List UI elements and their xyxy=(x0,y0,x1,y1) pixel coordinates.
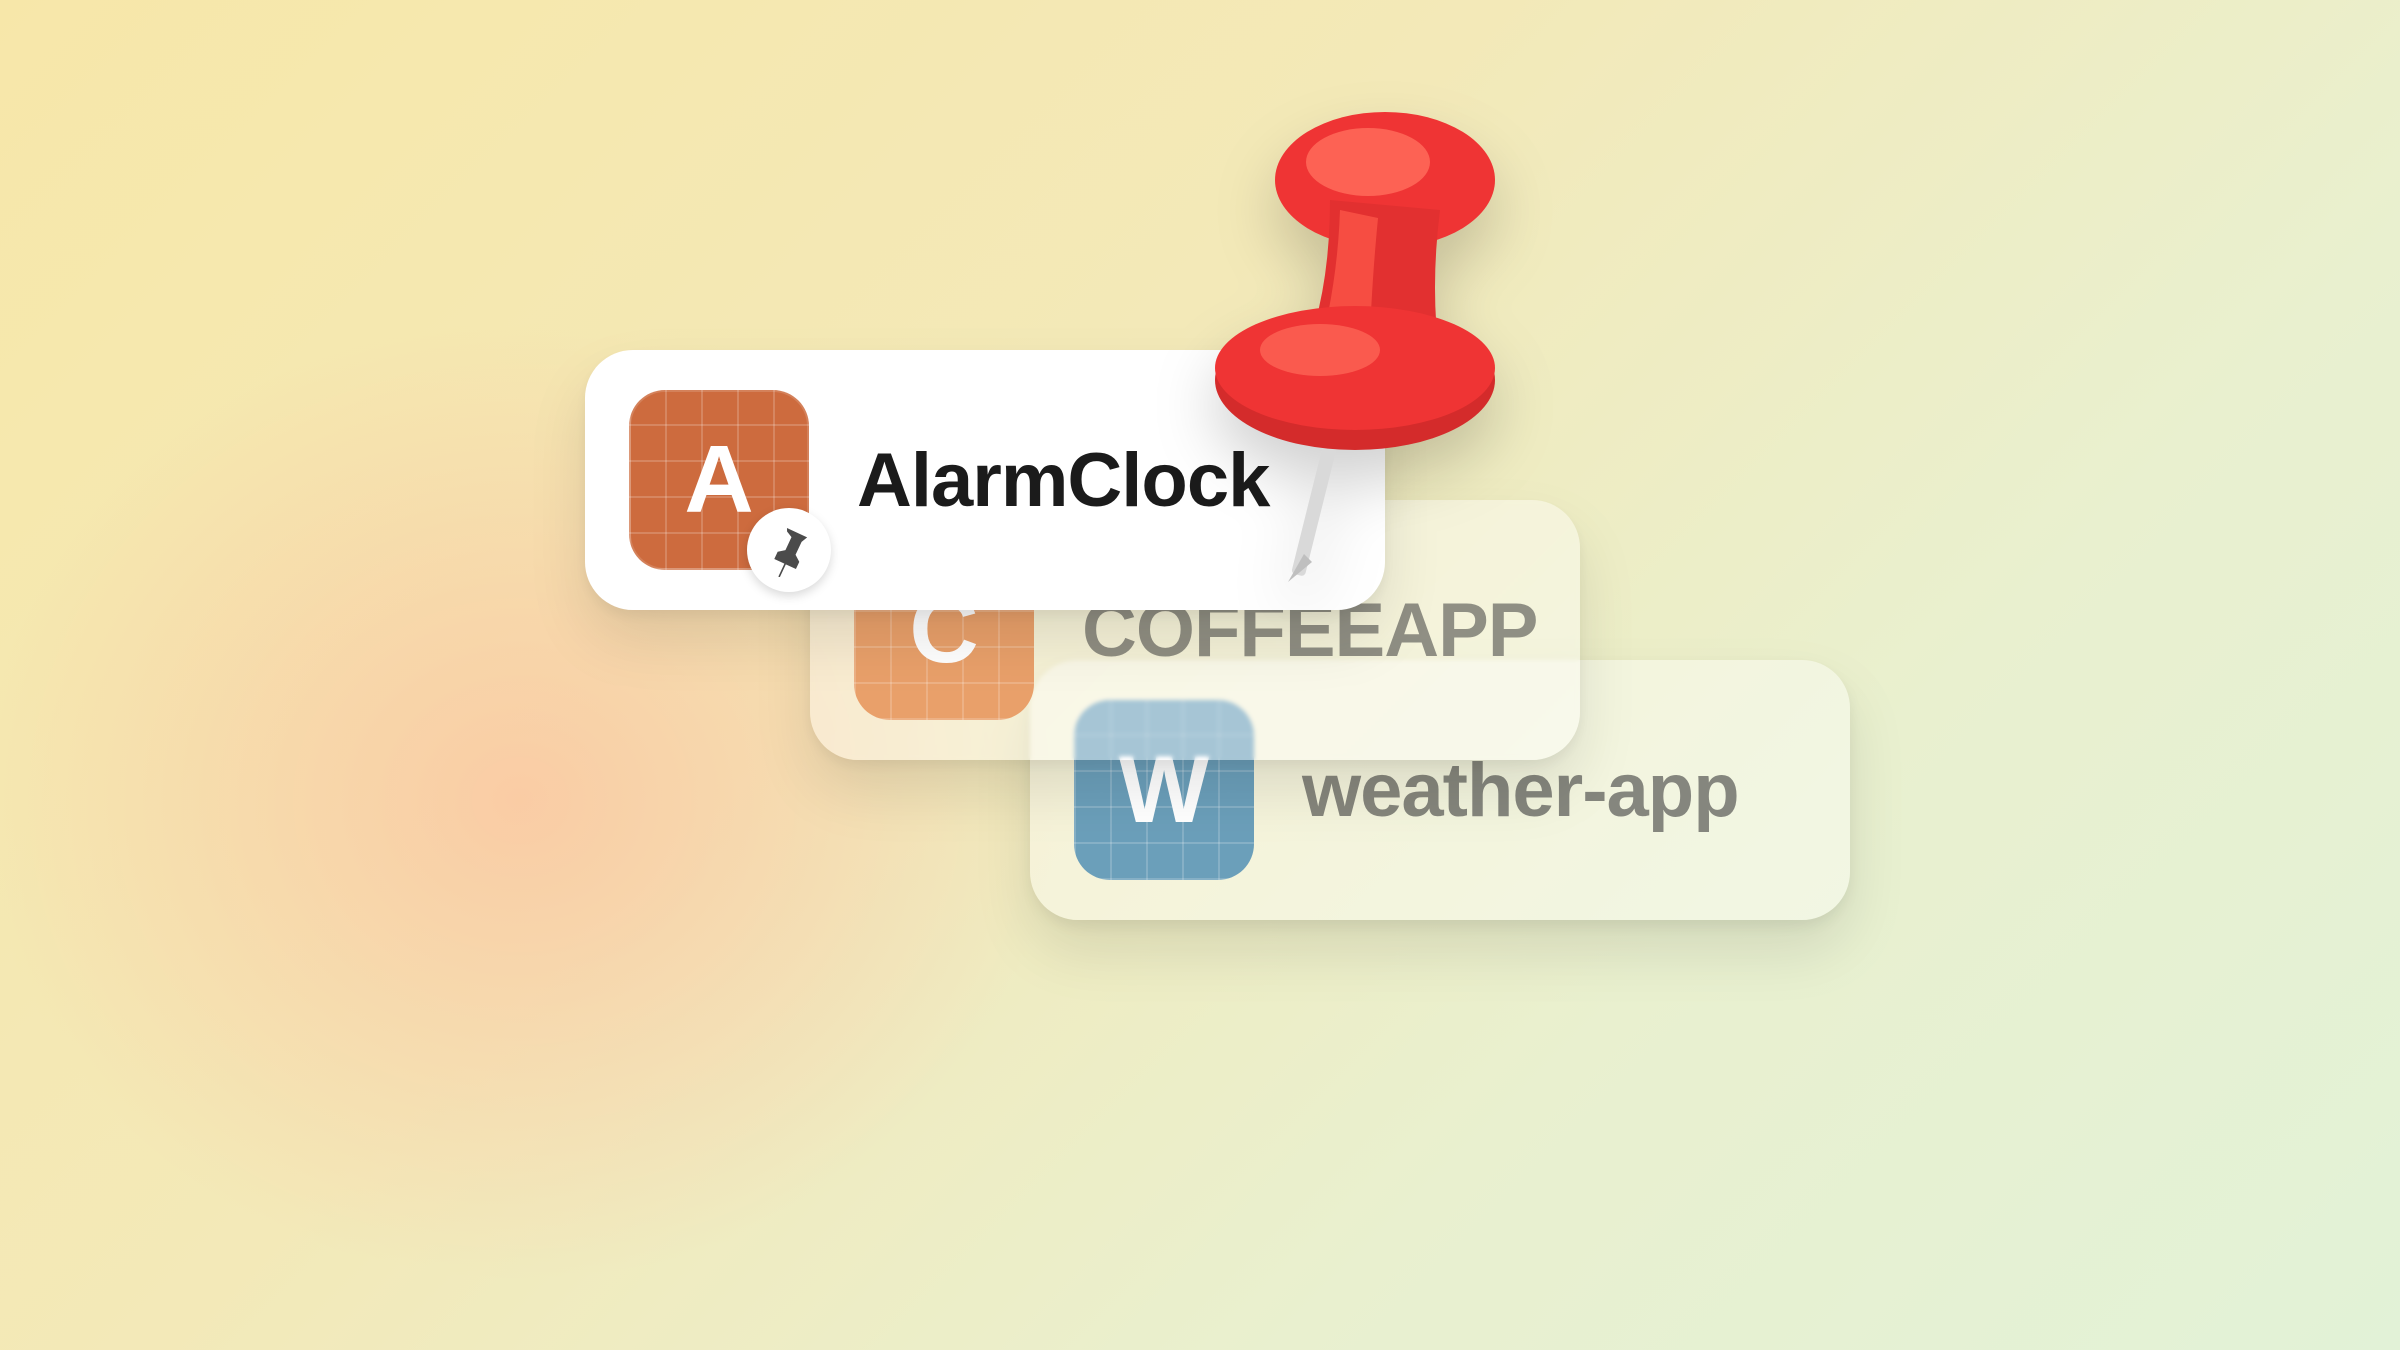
app-icon-alarmclock: A xyxy=(629,390,809,570)
illustration-stage: W weather-app C COFFEEAPP A AlarmClock xyxy=(0,0,2400,1350)
pin-icon xyxy=(762,523,816,577)
pinned-badge xyxy=(747,508,831,592)
app-icon-letter: A xyxy=(684,425,753,535)
pushpin-icon xyxy=(1180,110,1540,590)
